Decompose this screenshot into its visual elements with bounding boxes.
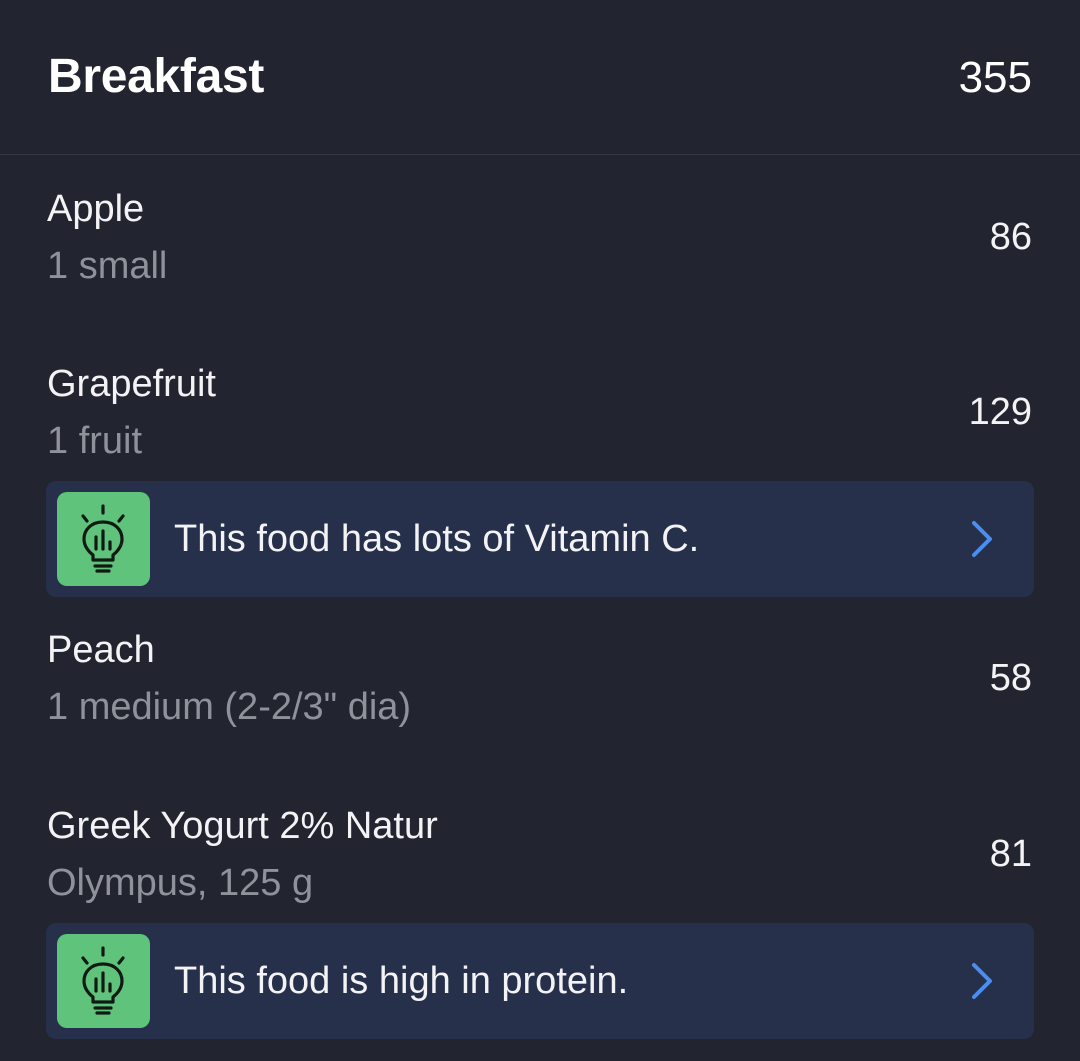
food-item-apple[interactable]: Apple 1 small 86 [0,186,1080,336]
food-name: Greek Yogurt 2% Natur [47,805,438,847]
tip-text: This food has lots of Vitamin C. [174,518,700,560]
chevron-right-icon [970,519,994,559]
tip-card-protein[interactable]: This food is high in protein. [46,923,1034,1039]
chevron-right-icon [970,961,994,1001]
food-calories: 81 [989,833,1032,875]
meal-total-calories: 355 [958,53,1032,102]
lightbulb-chart-icon [57,934,150,1028]
tip-text: This food is high in protein. [174,960,629,1002]
food-serving: 1 small [47,245,168,287]
food-serving: 1 fruit [47,420,143,462]
food-calories: 86 [989,216,1032,258]
food-serving: 1 medium (2-2/3" dia) [47,686,412,728]
food-calories: 58 [989,657,1032,699]
food-calories: 129 [968,391,1032,433]
food-item-peach[interactable]: Peach 1 medium (2-2/3" dia) 58 [0,627,1080,777]
food-serving: Olympus, 125 g [47,862,314,904]
meal-header: Breakfast 355 [0,0,1080,155]
food-name: Apple [47,188,145,230]
lightbulb-chart-icon [57,492,150,586]
food-name: Grapefruit [47,363,216,405]
tip-card-vitamin-c[interactable]: This food has lots of Vitamin C. [46,481,1034,597]
meal-title: Breakfast [48,50,265,103]
food-name: Peach [47,629,155,671]
